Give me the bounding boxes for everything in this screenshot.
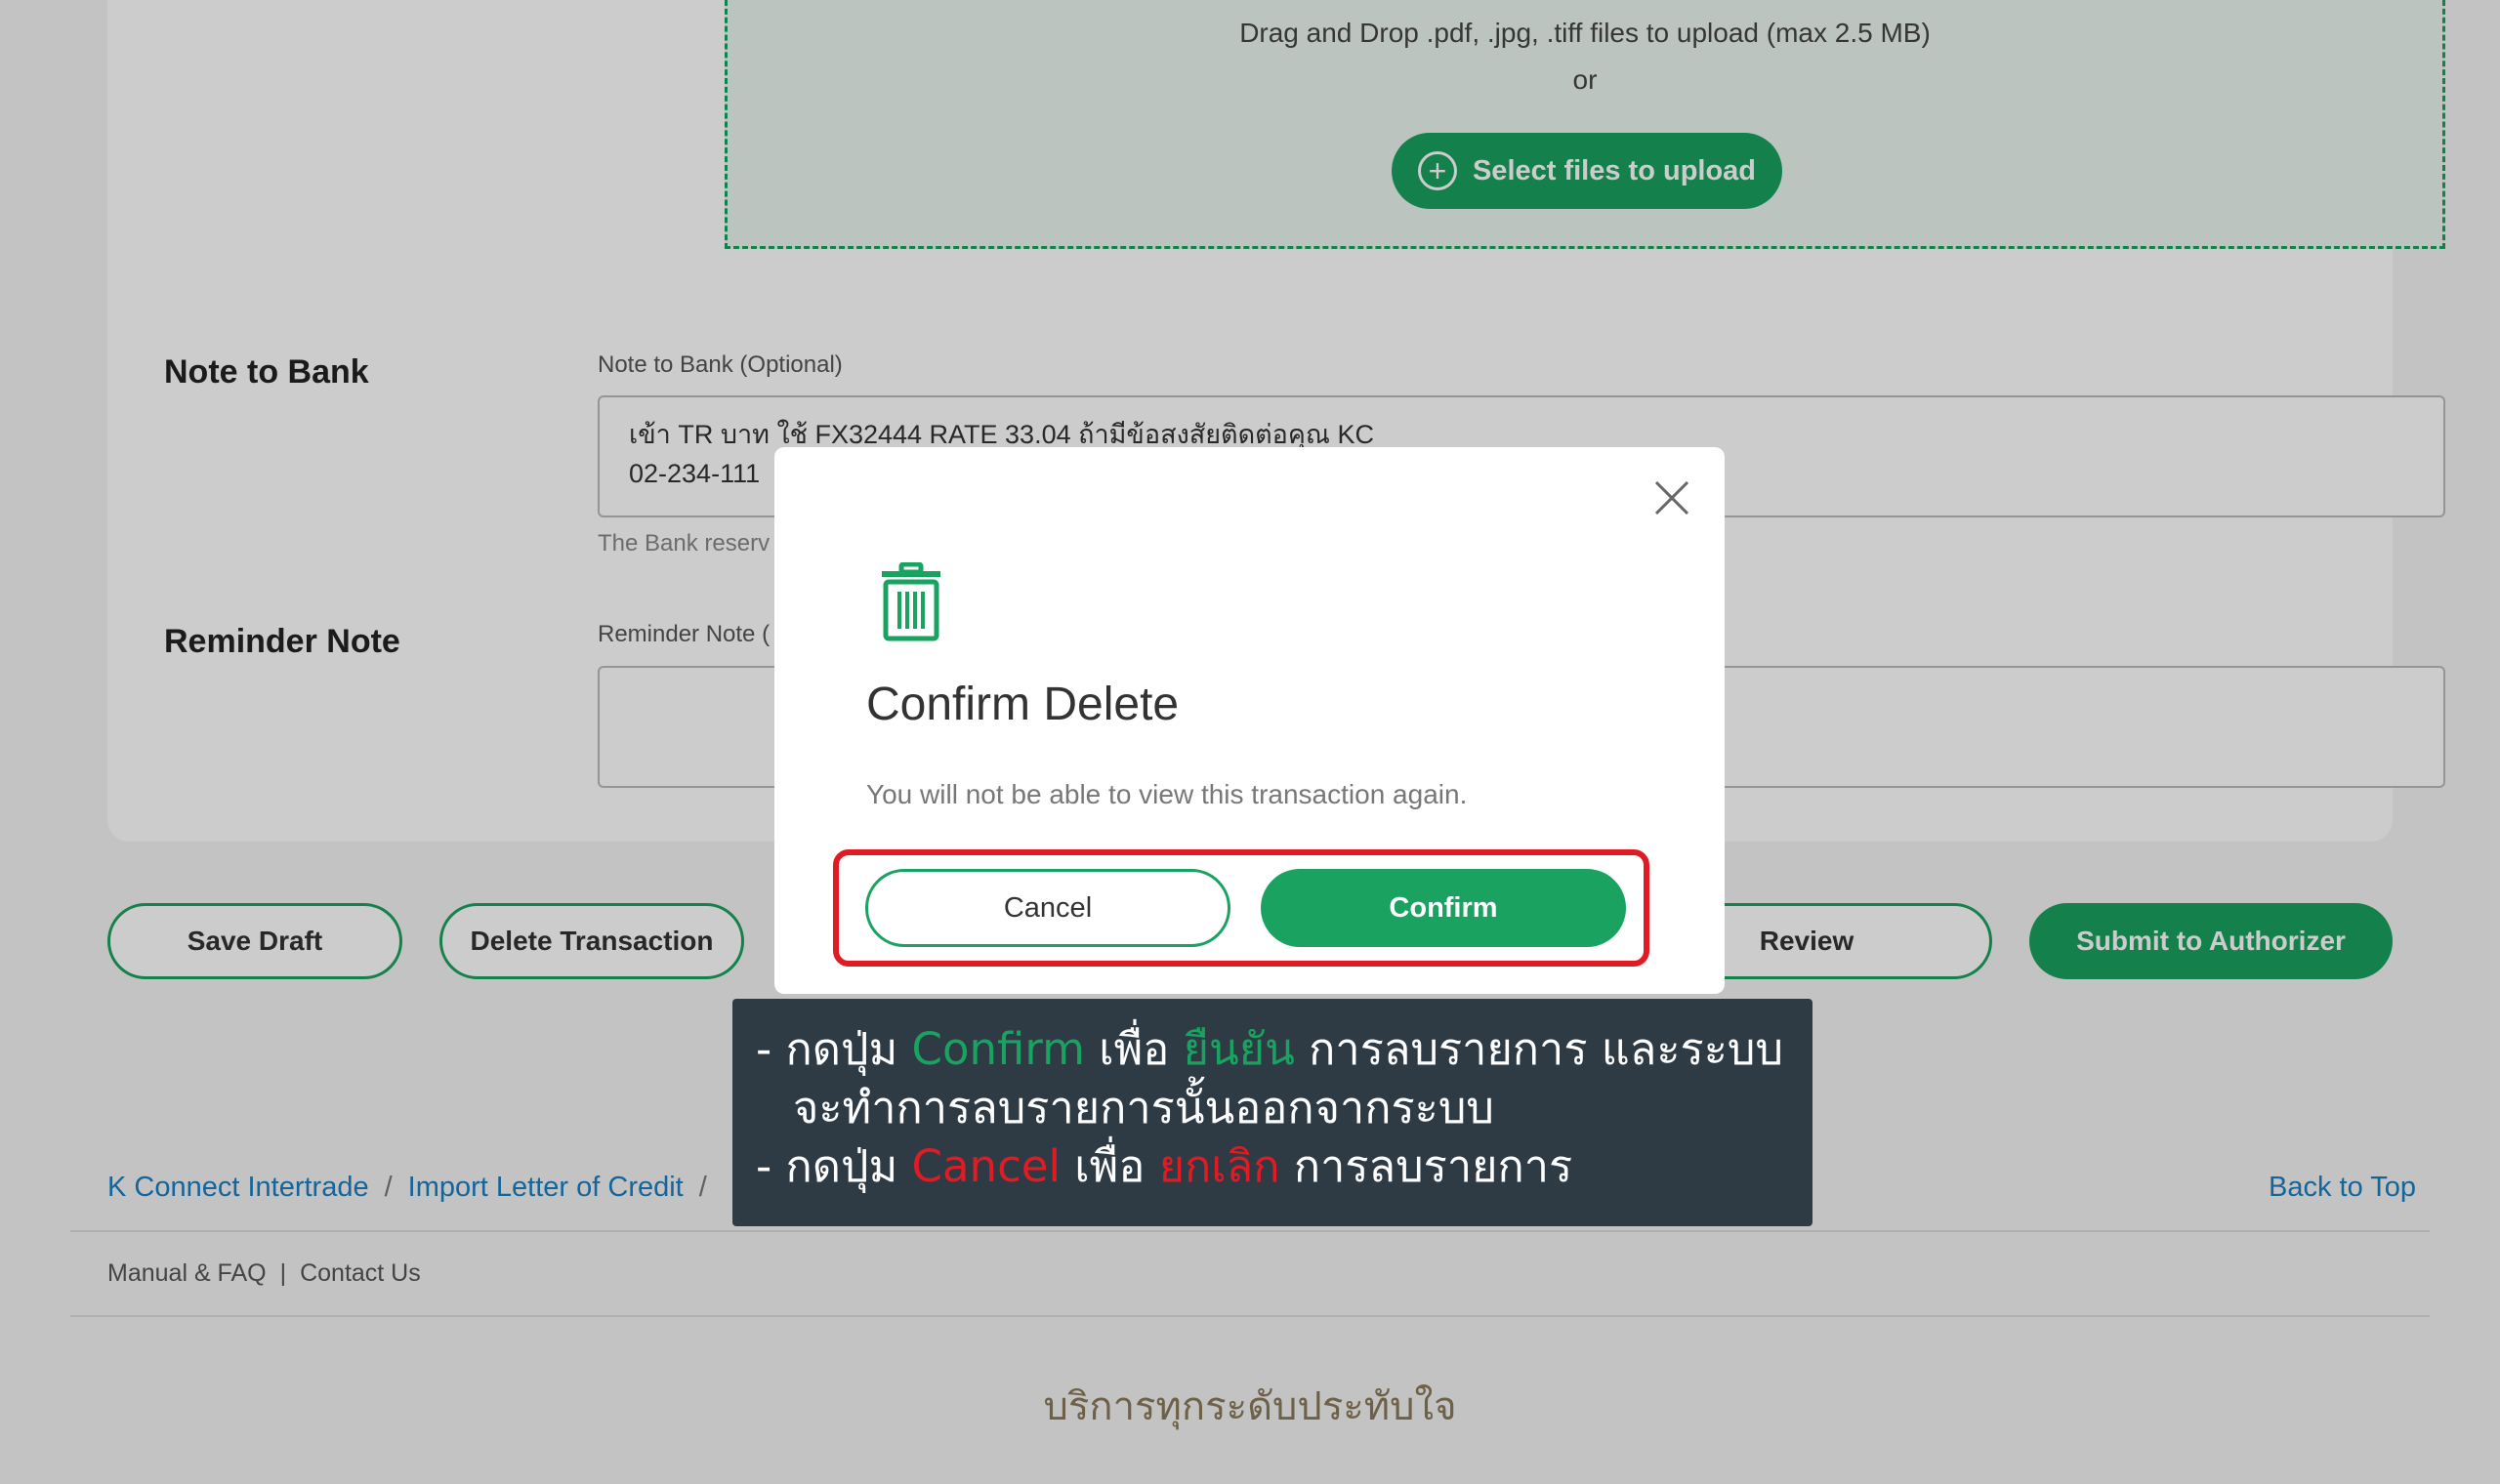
callout-confirm-word: Confirm (911, 1023, 1085, 1075)
callout-cancel-action: ยกเลิก (1158, 1140, 1280, 1192)
close-icon[interactable] (1650, 476, 1693, 519)
callout-line-cancel: - กดปุ่ม Cancel เพื่อ ยกเลิก การลบรายการ (756, 1140, 1573, 1192)
cancel-button[interactable]: Cancel (865, 869, 1230, 947)
callout-cancel-word: Cancel (911, 1140, 1061, 1192)
callout-confirm-action: ยืนยัน (1183, 1023, 1295, 1075)
dialog-title: Confirm Delete (866, 679, 1180, 730)
dialog-message: You will not be able to view this transa… (866, 779, 1468, 809)
callout-line-confirm: - กดปุ่ม Confirm เพื่อ ยืนยัน การลบรายกา… (756, 1023, 1784, 1075)
callout-line-continuation: จะทำการลบรายการนั้นออกจากระบบ (793, 1082, 1494, 1134)
confirm-button[interactable]: Confirm (1261, 869, 1626, 947)
instruction-callout: - กดปุ่ม Confirm เพื่อ ยืนยัน การลบรายกา… (732, 999, 1812, 1226)
trash-icon (882, 562, 940, 641)
confirm-delete-dialog: Confirm Delete You will not be able to v… (774, 447, 1725, 994)
